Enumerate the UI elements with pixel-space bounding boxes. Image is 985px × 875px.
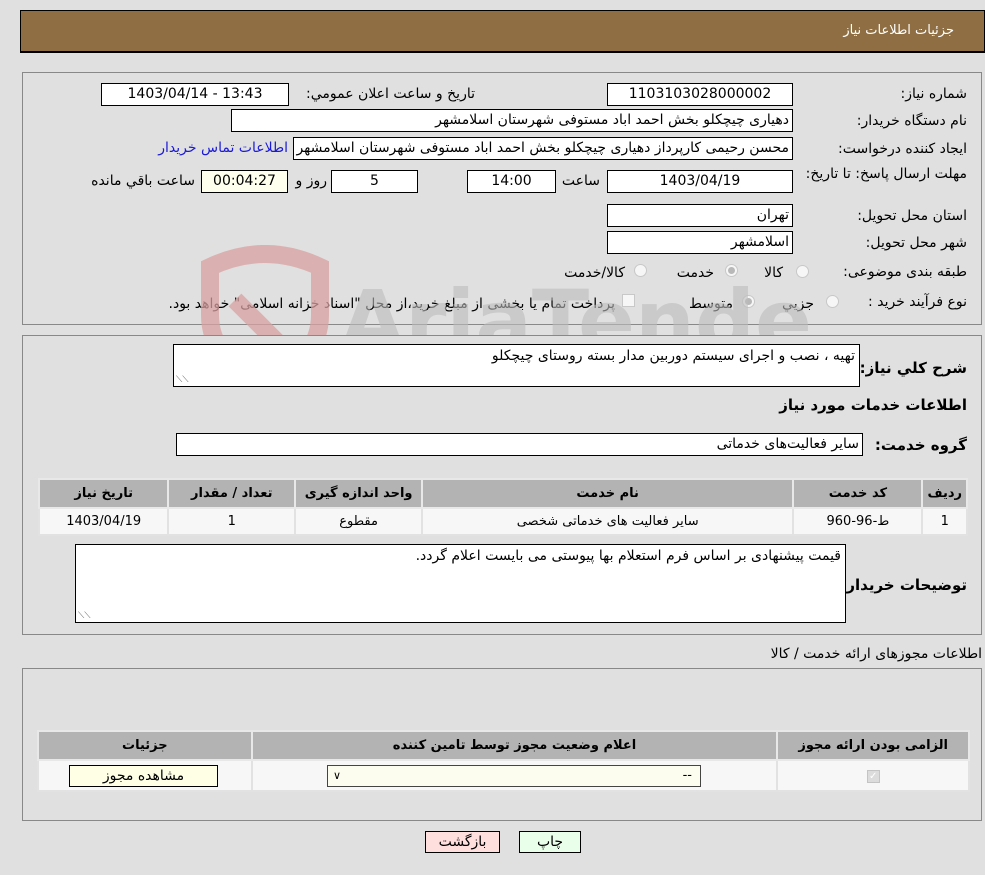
buyer-org-label: نام دستگاه خريدار: bbox=[856, 113, 967, 129]
page-title: جزئیات اطلاعات نیاز bbox=[843, 23, 954, 38]
cell-quantity: 1 bbox=[167, 507, 297, 536]
deadline-time-label: ساعت bbox=[561, 173, 600, 189]
process-radio-medium[interactable] bbox=[742, 295, 755, 308]
days-field[interactable]: 5 bbox=[331, 170, 418, 193]
permits-section-title: اطلاعات مجوزهای ارائه خدمت / کالا bbox=[770, 646, 982, 662]
category-radio-goods[interactable] bbox=[796, 265, 809, 278]
buyer-notes-label: توضيحات خريدار: bbox=[840, 576, 967, 594]
process-radio-small[interactable] bbox=[826, 295, 839, 308]
col-unit: واحد اندازه گيری bbox=[294, 478, 424, 509]
buyer-notes-text: قیمت پیشنهادی بر اساس فرم استعلام بها پی… bbox=[415, 548, 841, 564]
treasury-checkbox[interactable] bbox=[622, 294, 635, 307]
services-table: رديف کد خدمت نام خدمت واحد اندازه گيری ت… bbox=[37, 478, 968, 536]
permit-status-select[interactable]: -- ∨ bbox=[327, 765, 701, 787]
table-row: 1 ط-96-960 سایر فعالیت های خدماتی شخصی م… bbox=[37, 507, 968, 536]
category-radio-goods-service[interactable] bbox=[634, 264, 647, 277]
resize-grip-icon: ⟋⟋ bbox=[78, 611, 91, 621]
category-radio-service[interactable] bbox=[725, 264, 738, 277]
days-label: روز و bbox=[295, 173, 328, 189]
category-option-service: خدمت bbox=[676, 265, 714, 281]
need-number-label: شماره نیاز: bbox=[900, 86, 968, 102]
province-field[interactable]: تهران bbox=[607, 204, 793, 227]
col-service-code: کد خدمت bbox=[792, 478, 924, 509]
view-permit-button[interactable]: مشاهده مجوز bbox=[69, 765, 218, 787]
category-option-goods-service: کالا/خدمت bbox=[564, 265, 625, 281]
deadline-label: مهلت ارسال پاسخ: تا تاریخ: bbox=[805, 166, 967, 182]
province-label: استان محل تحويل: bbox=[857, 208, 967, 224]
deadline-date-field[interactable]: 1403/04/19 bbox=[607, 170, 793, 193]
col-service-name: نام خدمت bbox=[421, 478, 795, 509]
announce-label: تاریخ و ساعت اعلان عمومي: bbox=[306, 86, 475, 102]
buyer-org-field[interactable]: دهیاری چیچکلو بخش احمد اباد مستوفی شهرست… bbox=[231, 109, 793, 132]
description-label: شرح کلي نياز: bbox=[859, 359, 967, 377]
process-option-small: جزيي bbox=[782, 296, 814, 312]
remaining-time-field: 00:04:27 bbox=[201, 170, 288, 193]
description-text: تهیه ، نصب و اجرای سیستم دوربین مدار بست… bbox=[491, 348, 855, 364]
category-label: طبقه بندی موضوعی: bbox=[843, 264, 967, 280]
cell-unit: مقطوع bbox=[294, 507, 424, 536]
services-section-title: اطلاعات خدمات مورد نياز bbox=[779, 396, 967, 414]
city-field[interactable]: اسلامشهر bbox=[607, 231, 793, 254]
resize-grip-icon: ⟋⟋ bbox=[176, 375, 189, 385]
service-group-label: گروه خدمت: bbox=[874, 436, 967, 454]
buyer-notes-textarea[interactable]: قیمت پیشنهادی بر اساس فرم استعلام بها پی… bbox=[75, 544, 846, 623]
col-row-number: رديف bbox=[921, 478, 968, 509]
cell-permit-required: ✓ bbox=[776, 759, 970, 792]
back-button[interactable]: بازگشت bbox=[425, 831, 500, 853]
col-permit-status: اعلام وضعيت مجوز توسط تامين کننده bbox=[250, 730, 779, 761]
deadline-time-field[interactable]: 14:00 bbox=[467, 170, 556, 193]
page-header: جزئیات اطلاعات نیاز bbox=[20, 10, 985, 53]
cell-service-name: سایر فعالیت های خدماتی شخصی bbox=[421, 507, 795, 536]
col-quantity: تعداد / مقدار bbox=[167, 478, 297, 509]
permits-table-header: الزامی بودن ارائه مجوز اعلام وضعيت مجوز … bbox=[37, 730, 970, 761]
col-permit-details: جزئيات bbox=[37, 730, 253, 761]
need-number-field[interactable]: 1103103028000002 bbox=[607, 83, 793, 106]
category-option-goods: کالا bbox=[764, 265, 783, 281]
cell-row-number: 1 bbox=[921, 507, 968, 536]
print-button[interactable]: چاپ bbox=[519, 831, 581, 853]
announce-field[interactable]: 1403/04/14 - 13:43 bbox=[101, 83, 289, 106]
creator-field[interactable]: محسن رحیمی کارپرداز دهیاری چیچکلو بخش اح… bbox=[293, 137, 793, 160]
chevron-down-icon: ∨ bbox=[333, 769, 342, 782]
col-need-date: تاريخ نياز bbox=[37, 478, 170, 509]
services-table-header: رديف کد خدمت نام خدمت واحد اندازه گيری ت… bbox=[37, 478, 968, 509]
description-textarea[interactable]: تهیه ، نصب و اجرای سیستم دوربین مدار بست… bbox=[173, 344, 860, 387]
col-permit-required: الزامی بودن ارائه مجوز bbox=[776, 730, 970, 761]
buyer-contact-link[interactable]: اطلاعات تماس خريدار bbox=[158, 140, 288, 156]
cell-need-date: 1403/04/19 bbox=[37, 507, 170, 536]
treasury-checkbox-label: پرداخت تمام يا بخشی از مبلغ خريد،از محل … bbox=[168, 296, 615, 312]
process-label: نوع فرآيند خريد : bbox=[868, 294, 967, 310]
city-label: شهر محل تحويل: bbox=[865, 235, 967, 251]
remaining-label: ساعت باقي مانده bbox=[91, 173, 195, 189]
permit-status-value: -- bbox=[682, 768, 692, 783]
creator-label: ايجاد کننده درخواست: bbox=[838, 141, 967, 157]
service-group-field[interactable]: سایر فعالیت‌های خدماتی bbox=[176, 433, 863, 456]
permit-required-checkbox[interactable]: ✓ bbox=[866, 770, 880, 783]
cell-service-code: ط-96-960 bbox=[792, 507, 924, 536]
process-option-medium: متوسط bbox=[689, 296, 733, 312]
